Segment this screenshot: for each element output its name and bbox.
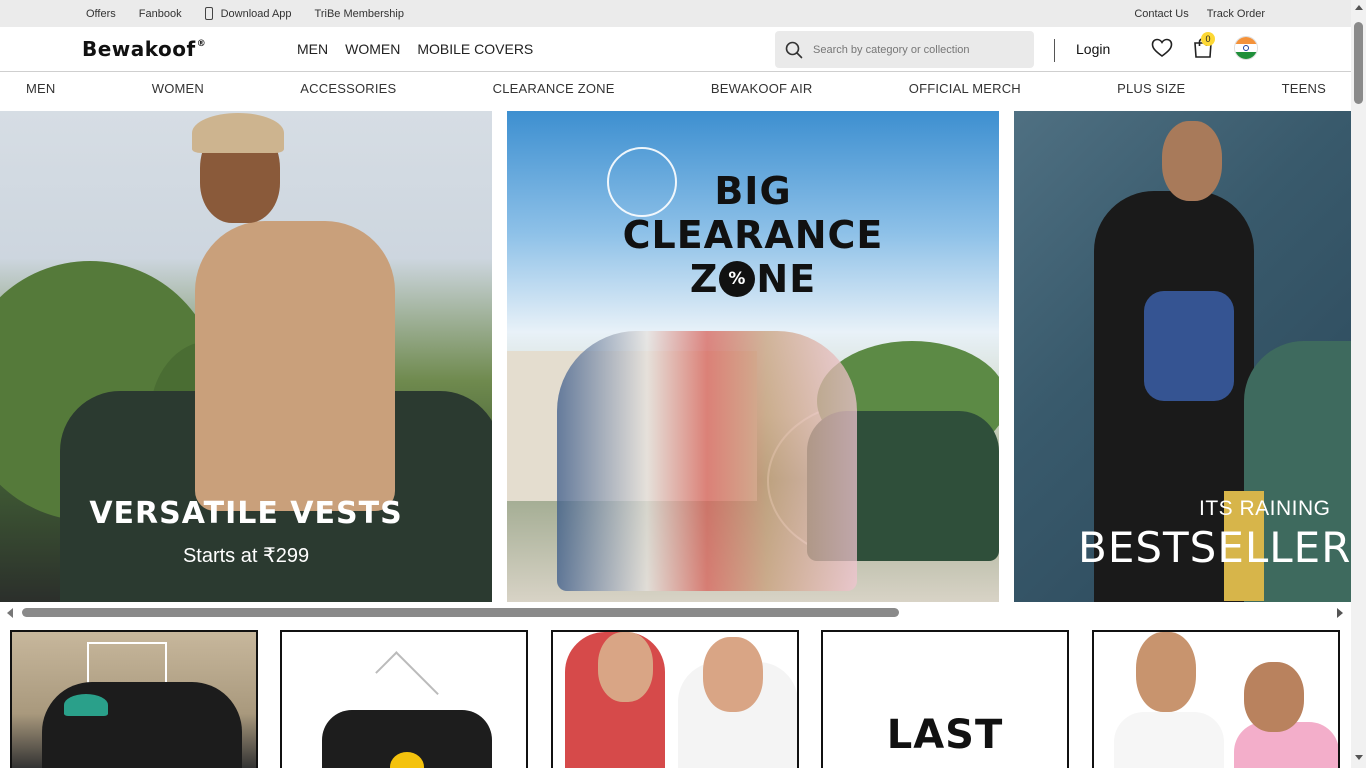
scroll-down-arrow-icon[interactable] (1355, 755, 1363, 760)
banner-title-line-3: Z% NE (507, 257, 999, 301)
last-sizes-text: LAST (886, 712, 1004, 758)
utility-links-left: Offers Fanbook Download App TriBe Member… (86, 0, 427, 27)
search-box[interactable] (775, 31, 1034, 68)
category-tile[interactable] (10, 630, 258, 768)
bewakoof-logo[interactable]: Bewakoof® (82, 37, 206, 61)
banner-title-line-2: CLEARANCE (622, 213, 884, 257)
india-flag-icon[interactable] (1234, 36, 1258, 60)
page-scroll-thumb[interactable] (1354, 22, 1363, 104)
carousel-scroll-thumb[interactable] (22, 608, 899, 617)
model-1-head-image (598, 632, 653, 702)
heart-icon[interactable] (1151, 38, 1173, 58)
nav-mobile-covers[interactable]: MOBILE COVERS (417, 41, 533, 57)
models-image (557, 331, 857, 591)
percent-badge-inline: % (719, 260, 756, 297)
header-divider (1054, 39, 1055, 62)
registered-mark: ® (196, 39, 207, 50)
site-header: Bewakoof® MEN WOMEN MOBILE COVERS Login … (0, 27, 1351, 72)
scroll-right-arrow-icon[interactable] (1337, 608, 1343, 618)
banner-title-line-1: BIG (714, 169, 792, 213)
scroll-left-arrow-icon[interactable] (7, 608, 13, 618)
cap-image (64, 694, 108, 716)
category-teens[interactable]: TEENS (1282, 81, 1326, 96)
search-input[interactable] (813, 43, 1013, 56)
nav-men[interactable]: MEN (297, 41, 328, 57)
model-2-head-image (1244, 662, 1304, 732)
print-image (1144, 291, 1234, 401)
utility-bar: Offers Fanbook Download App TriBe Member… (0, 0, 1351, 27)
tribe-membership-link[interactable]: TriBe Membership (315, 8, 404, 20)
cap-image (192, 113, 284, 153)
category-women[interactable]: WOMEN (152, 81, 204, 96)
main-nav: MEN WOMEN MOBILE COVERS (297, 27, 533, 71)
category-tiles: LAST (0, 629, 1351, 768)
category-bewakoof-air[interactable]: BEWAKOOF AIR (711, 81, 813, 96)
utility-links-right: Contact Us Track Order (1134, 0, 1265, 27)
model-1-image (1114, 712, 1224, 768)
download-app-label: Download App (220, 7, 292, 20)
zone-text: Z% NE (689, 257, 817, 301)
scroll-up-arrow-icon[interactable] (1355, 5, 1363, 10)
category-clearance-zone[interactable]: CLEARANCE ZONE (493, 81, 615, 96)
model-1-head-image (1136, 632, 1196, 712)
category-tile[interactable]: LAST (821, 630, 1069, 768)
model-2-head-image (703, 637, 763, 712)
banner-versatile-vests[interactable]: VERSATILE VESTS Starts at ₹299 (0, 111, 492, 602)
banner-subtitle: Starts at ₹299 (182, 545, 310, 567)
category-men[interactable]: MEN (26, 81, 56, 96)
banner-bestsellers[interactable]: ITS RAINING BESTSELLERS (1014, 111, 1351, 602)
banner-title-line-1: ITS RAINING (1199, 497, 1331, 520)
page: Offers Fanbook Download App TriBe Member… (0, 0, 1366, 768)
phone-icon (204, 7, 213, 20)
download-app-link[interactable]: Download App (204, 7, 292, 20)
logo-text: Bewakoof (82, 37, 196, 61)
banner-carousel: VERSATILE VESTS Starts at ₹299 BIG CLEAR… (0, 111, 1351, 602)
search-icon (785, 41, 803, 58)
category-tile[interactable] (551, 630, 799, 768)
category-nav: MEN WOMEN ACCESSORIES CLEARANCE ZONE BEW… (0, 72, 1351, 105)
track-order-link[interactable]: Track Order (1207, 8, 1265, 20)
cart-count-badge: 0 (1201, 32, 1215, 46)
contact-us-link[interactable]: Contact Us (1134, 8, 1188, 20)
category-tile[interactable] (280, 630, 528, 768)
model-image (195, 221, 395, 511)
models-image (42, 682, 242, 768)
banner-title-line-2: BESTSELLERS (1078, 523, 1351, 572)
hanger-image (375, 651, 439, 715)
login-button[interactable]: Login (1076, 41, 1110, 57)
category-official-merch[interactable]: OFFICIAL MERCH (909, 81, 1021, 96)
offers-link[interactable]: Offers (86, 8, 116, 20)
category-plus-size[interactable]: PLUS SIZE (1117, 81, 1185, 96)
banner-title: VERSATILE VESTS (89, 496, 403, 531)
category-accessories[interactable]: ACCESSORIES (300, 81, 396, 96)
carousel-scrollbar[interactable] (0, 603, 1351, 623)
page-scrollbar[interactable] (1351, 0, 1366, 768)
fanbook-link[interactable]: Fanbook (139, 8, 182, 20)
nav-women[interactable]: WOMEN (345, 41, 400, 57)
banner-big-clearance-zone[interactable]: BIG CLEARANCE Z%NE % (507, 111, 999, 602)
model-head-image (1162, 121, 1222, 201)
category-tile[interactable] (1092, 630, 1340, 768)
